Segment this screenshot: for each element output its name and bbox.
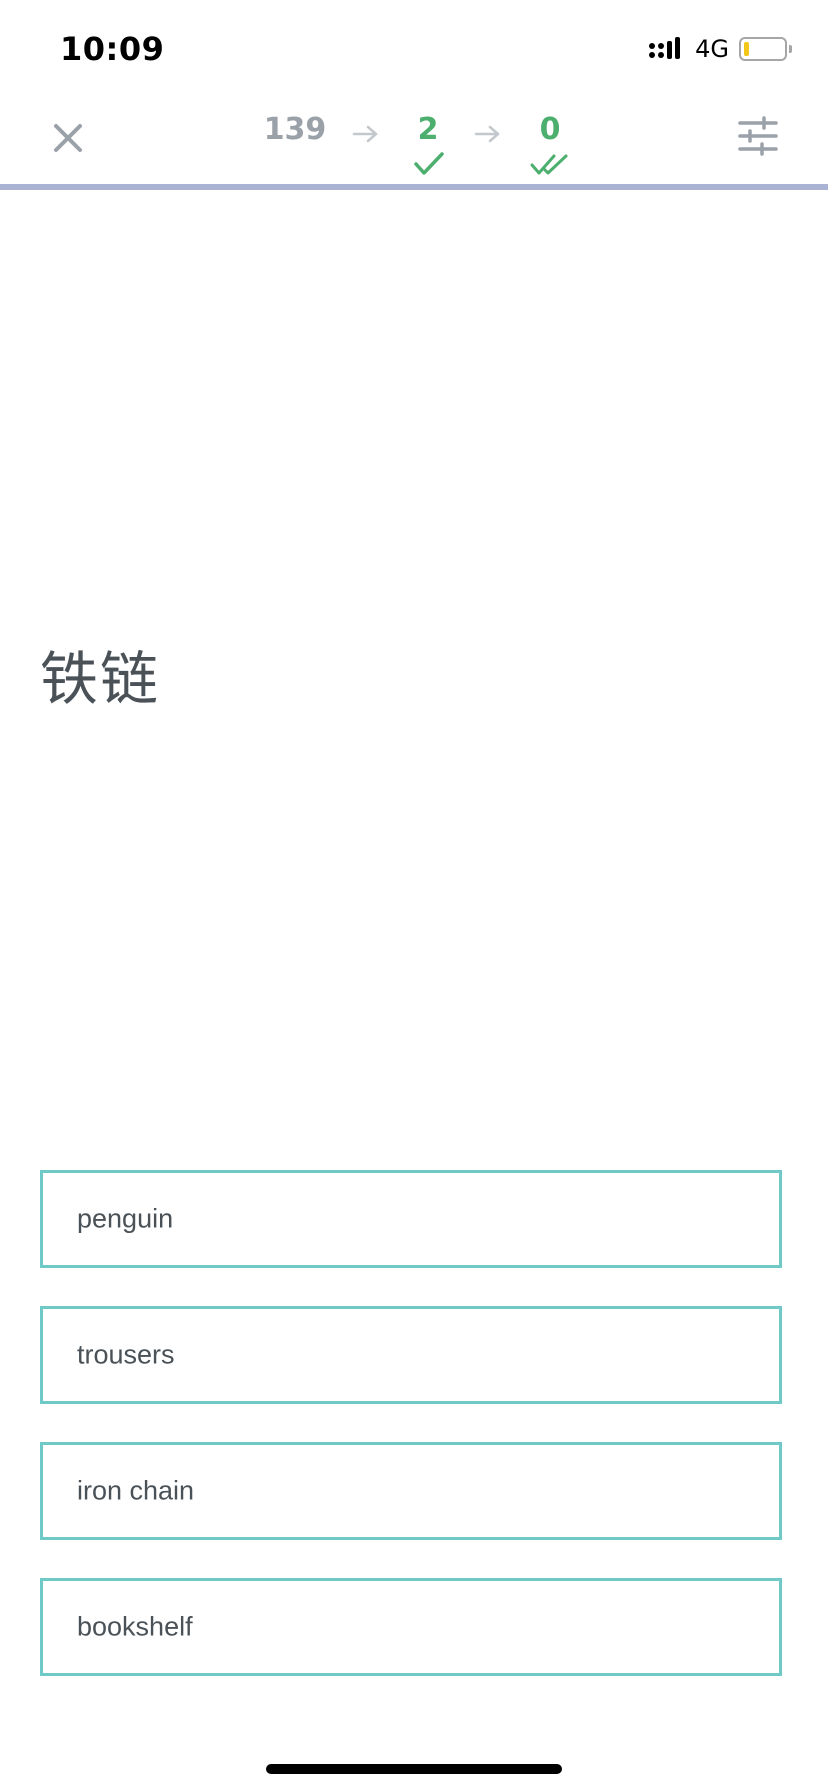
learning-count: 2 (417, 112, 439, 147)
battery-icon (739, 37, 787, 61)
status-time: 10:09 (60, 30, 165, 68)
signal-icon (649, 37, 681, 59)
sliders-icon[interactable] (736, 114, 780, 158)
answer-option-label: trousers (77, 1339, 175, 1370)
session-progress: 139 2 0 (260, 108, 580, 184)
status-bar: 10:09 4G (0, 0, 828, 100)
answer-option[interactable]: iron chain (40, 1442, 782, 1540)
answer-option-label: bookshelf (77, 1611, 193, 1642)
arrow-right-icon (352, 125, 378, 143)
answer-option[interactable]: penguin (40, 1170, 782, 1268)
prompt-word: 铁链 (40, 645, 161, 713)
battery-level (744, 42, 749, 56)
check-icon (414, 152, 444, 175)
session-header: 139 2 0 (0, 100, 828, 184)
battery-tip (789, 45, 792, 53)
learned-count: 0 (539, 112, 561, 147)
close-icon[interactable] (44, 114, 92, 162)
progress-bar (0, 184, 828, 190)
answer-option-label: penguin (77, 1203, 174, 1234)
answer-option[interactable]: trousers (40, 1306, 782, 1404)
network-label: 4G (695, 35, 729, 63)
arrow-right-icon (474, 125, 500, 143)
double-check-icon (530, 154, 568, 175)
home-indicator[interactable] (266, 1764, 562, 1774)
new-count: 139 (263, 112, 327, 147)
answer-option[interactable]: bookshelf (40, 1578, 782, 1676)
status-indicators: 4G (649, 34, 792, 64)
answer-option-label: iron chain (77, 1475, 195, 1506)
